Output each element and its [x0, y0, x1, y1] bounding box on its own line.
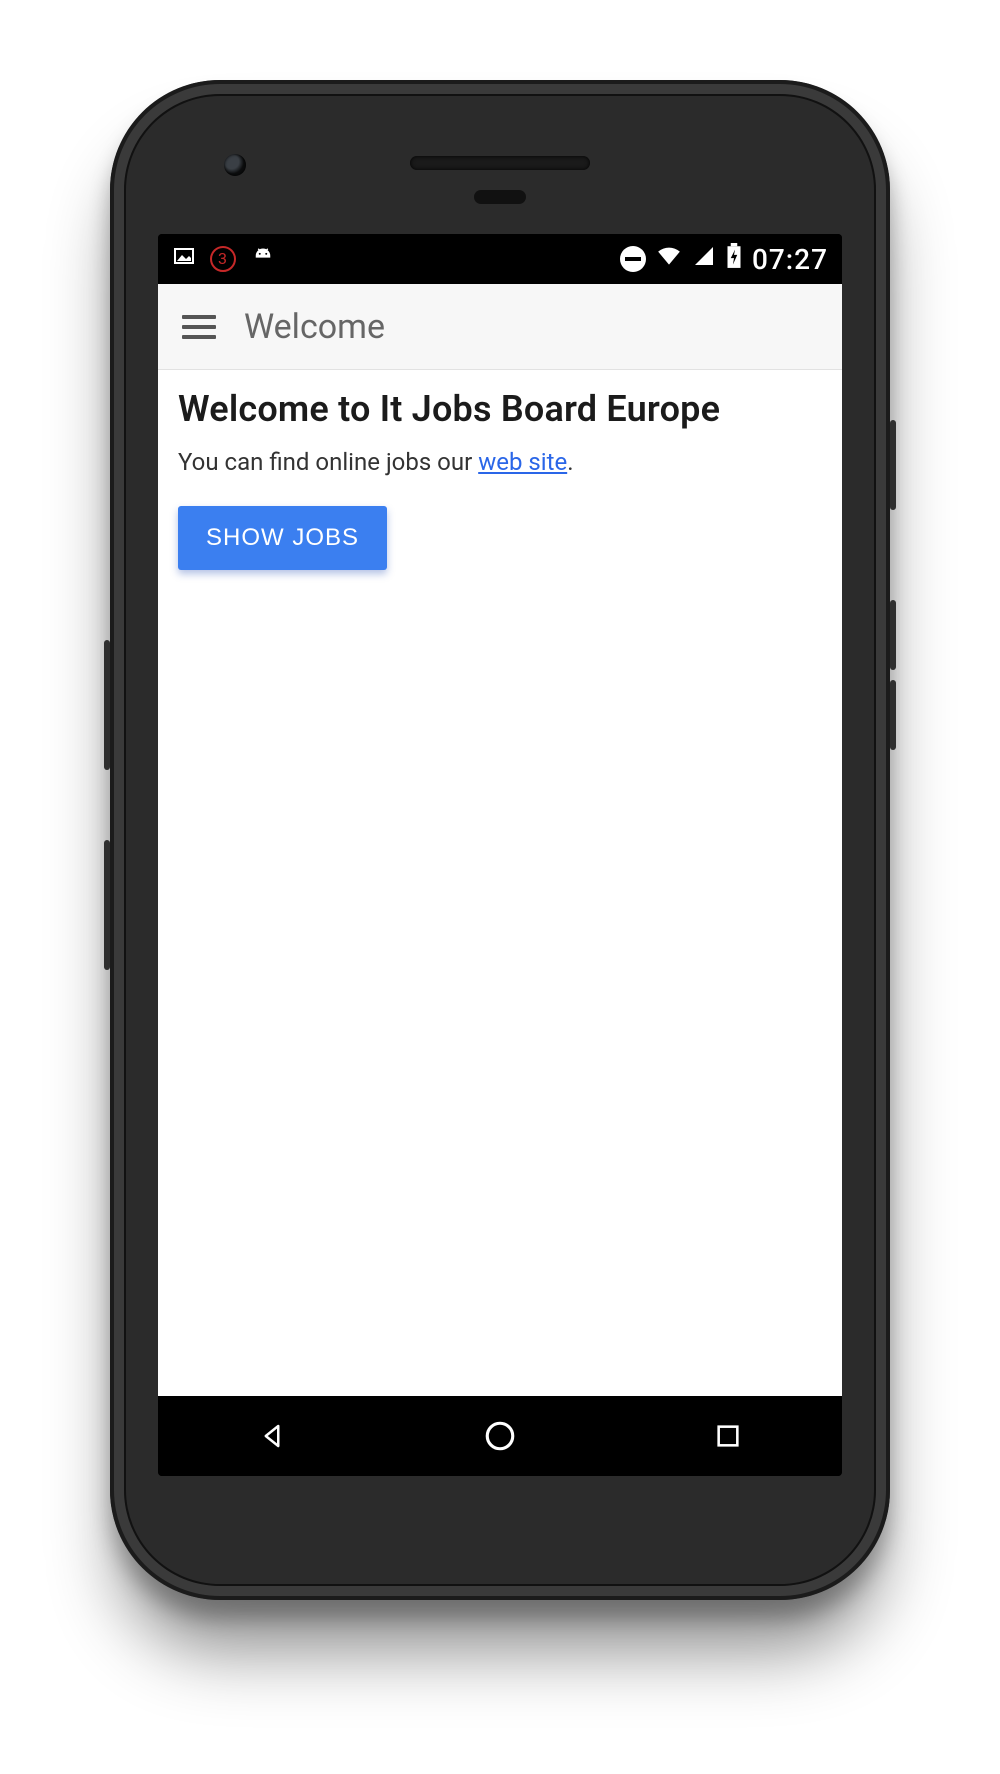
canvas: 3 [0, 0, 1000, 1774]
proximity-sensor [474, 190, 526, 204]
menu-icon[interactable] [182, 315, 216, 339]
front-camera [224, 154, 246, 176]
cell-signal-icon [692, 244, 716, 275]
screen: 3 [158, 234, 842, 1476]
show-jobs-button[interactable]: SHOW JOBS [178, 506, 387, 570]
status-bar: 3 [158, 234, 842, 284]
content: Welcome to It Jobs Board Europe You can … [158, 370, 842, 1396]
back-button[interactable] [252, 1416, 292, 1456]
home-button[interactable] [480, 1416, 520, 1456]
power-button[interactable] [890, 420, 896, 510]
page-title: Welcome to It Jobs Board Europe [178, 388, 822, 430]
android-icon [250, 246, 276, 272]
subtitle-prefix: You can find online jobs our [178, 448, 478, 476]
web-site-link[interactable]: web site [478, 448, 567, 476]
earpiece-speaker [410, 156, 590, 170]
status-left: 3 [172, 244, 276, 275]
recents-button[interactable] [708, 1416, 748, 1456]
app-bar: Welcome [158, 284, 842, 370]
battery-charging-icon [726, 243, 742, 276]
phone-side-slot [104, 640, 110, 770]
volume-up-button[interactable] [890, 600, 896, 670]
app-bar-title: Welcome [244, 307, 385, 347]
status-right: 07:27 [620, 243, 828, 276]
phone-bezel: 3 [124, 94, 876, 1586]
android-nav-bar [158, 1396, 842, 1476]
wifi-icon [656, 243, 682, 276]
phone-side-slot [104, 840, 110, 970]
phone-frame: 3 [110, 80, 890, 1600]
image-icon [172, 244, 196, 275]
subtitle: You can find online jobs our web site. [178, 448, 822, 476]
volume-down-button[interactable] [890, 680, 896, 750]
notification-count-badge: 3 [210, 246, 236, 272]
do-not-disturb-icon [620, 246, 646, 272]
clock: 07:27 [752, 243, 828, 276]
subtitle-suffix: . [567, 448, 573, 476]
